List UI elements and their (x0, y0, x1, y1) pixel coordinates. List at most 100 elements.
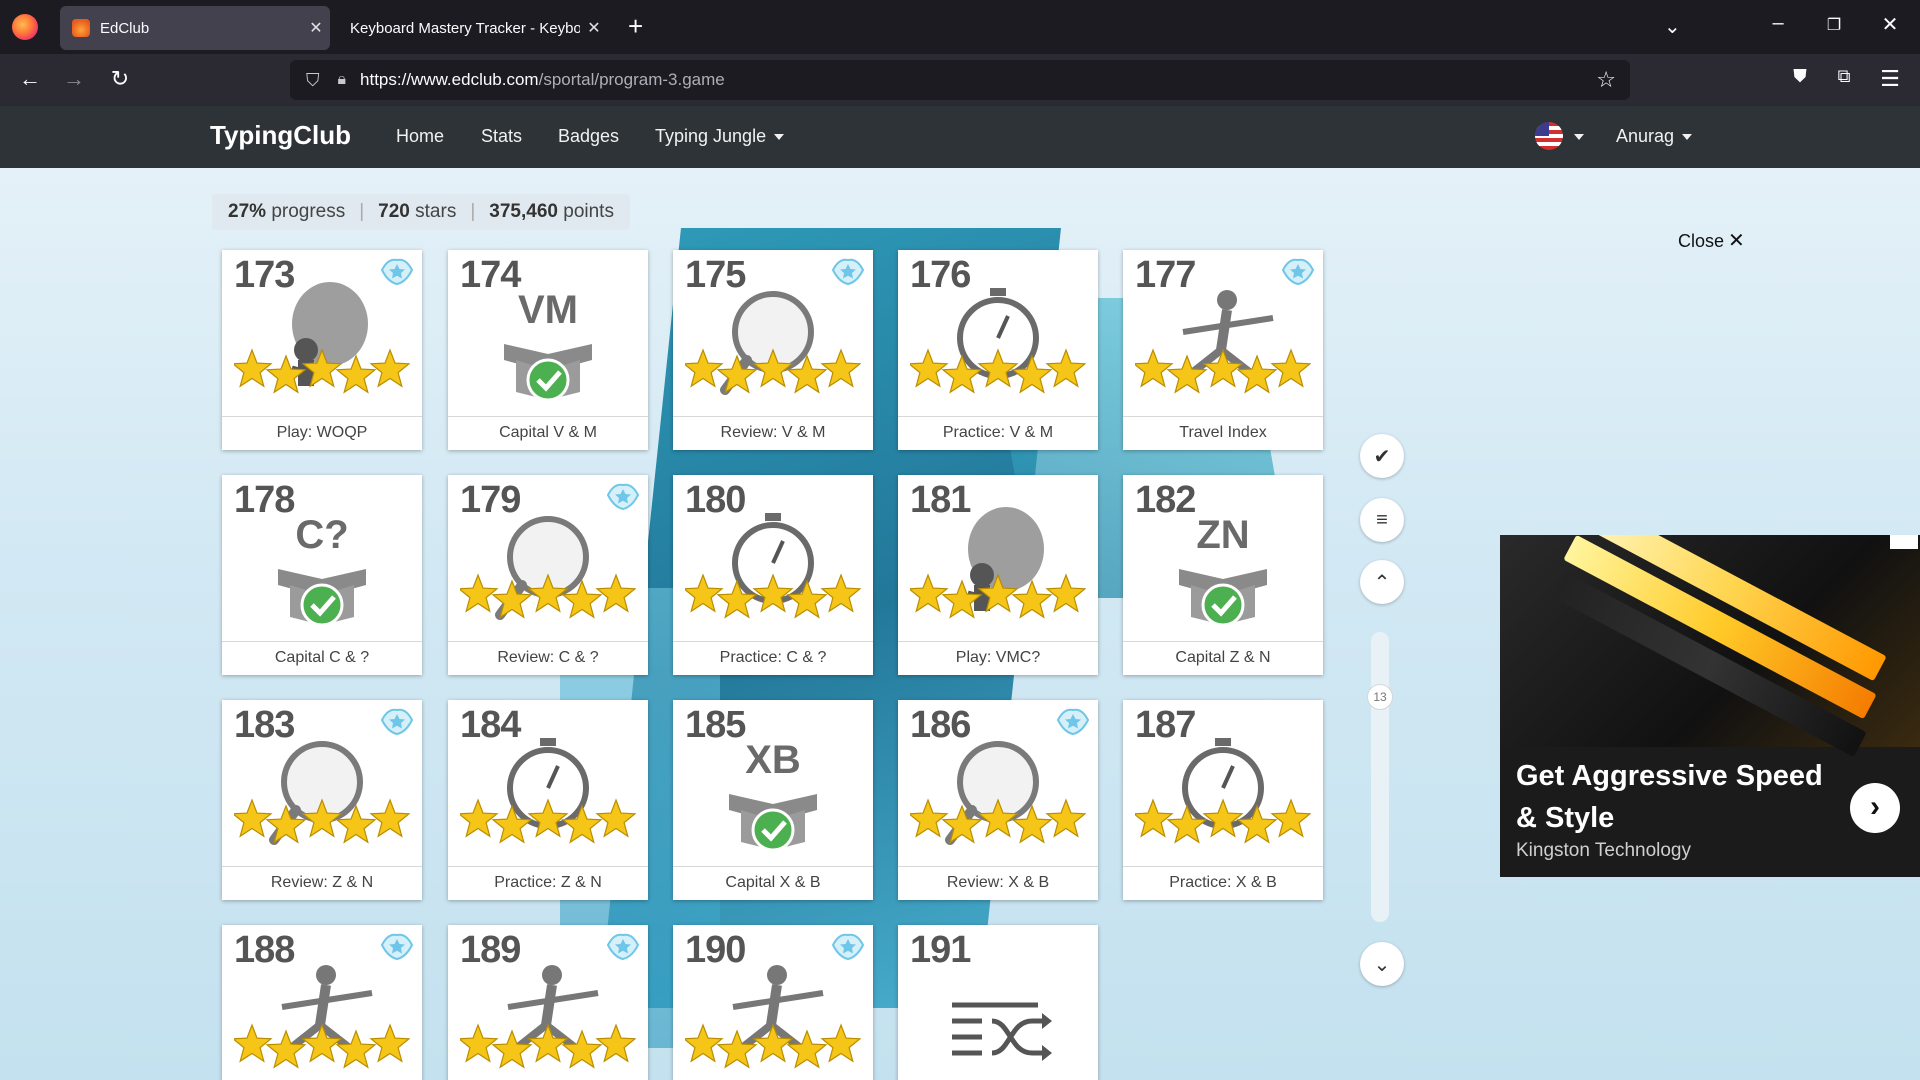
user-name: Anurag (1616, 126, 1675, 146)
lesson-title: Review: X & B (898, 866, 1098, 900)
firefox-menu-icon[interactable] (12, 14, 38, 40)
edclub-favicon-icon (72, 19, 90, 37)
lesson-card-174[interactable]: VM 174 Capital V & M (448, 250, 648, 450)
speed-badge-icon (1056, 708, 1090, 736)
scroll-track[interactable] (1371, 632, 1389, 922)
points-value: 375,460 (489, 201, 558, 222)
app-menu-icon[interactable]: ☰ (1874, 66, 1906, 92)
lesson-title: Review: V & M (673, 416, 873, 450)
lesson-number: 173 (234, 254, 295, 296)
progress-summary: 27% progress | 720 stars | 375,460 point… (212, 194, 630, 230)
ad-arrow-icon[interactable]: › (1850, 783, 1900, 833)
tab-close-icon[interactable]: ✕ (302, 18, 330, 38)
tab-title: EdClub (100, 19, 150, 37)
tab-close-icon[interactable]: ✕ (580, 18, 608, 38)
ad-image (1500, 535, 1920, 758)
menu-button[interactable]: ≡ (1360, 498, 1404, 542)
scroll-thumb[interactable]: 13 (1367, 684, 1393, 710)
speed-badge-icon (380, 933, 414, 961)
lesson-number: 188 (234, 929, 295, 971)
speed-badge-icon (380, 708, 414, 736)
five-stars-icon (910, 348, 1086, 394)
lesson-card-188[interactable]: 188 (222, 925, 422, 1080)
five-stars-icon (460, 798, 636, 844)
ad-headline[interactable]: Get Aggressive Speed & Style (1516, 755, 1826, 839)
lesson-card-185[interactable]: XB 185 Capital X & B (673, 700, 873, 900)
scroll-down-button[interactable]: ⌄ (1360, 942, 1404, 986)
advertisement[interactable]: Get Aggressive Speed & Style Kingston Te… (1500, 535, 1920, 877)
lesson-card-176[interactable]: 176 Practice: V & M (898, 250, 1098, 450)
speed-badge-icon (606, 483, 640, 511)
brand-logo[interactable]: TypingClub (210, 120, 351, 151)
nav-home[interactable]: Home (396, 126, 444, 147)
lesson-card-177[interactable]: 177 Travel Index (1123, 250, 1323, 450)
user-menu[interactable]: Anurag (1616, 126, 1693, 147)
ad-advertiser[interactable]: Kingston Technology (1516, 840, 1691, 862)
lesson-number: 185 (685, 704, 746, 746)
lesson-number: 177 (1135, 254, 1196, 296)
lesson-title: Practice: X & B (1123, 866, 1323, 900)
minimize-icon[interactable]: – (1758, 12, 1798, 35)
lesson-card-173[interactable]: 173 Play: WOQP (222, 250, 422, 450)
us-flag-icon[interactable] (1535, 122, 1563, 150)
pocket-icon[interactable]: ⛊ (1784, 66, 1816, 87)
five-stars-icon (1135, 798, 1311, 844)
chevron-up-icon: ⌃ (1373, 571, 1391, 594)
url-text[interactable]: https://www.edclub.com/sportal/program-3… (360, 70, 725, 90)
lesson-card-190[interactable]: 190 (673, 925, 873, 1080)
speed-badge-icon (1281, 258, 1315, 286)
five-stars-icon (234, 348, 410, 394)
lesson-card-181[interactable]: 181 Play: VMC? (898, 475, 1098, 675)
lock-icon[interactable]: 🔒︎ (338, 71, 347, 89)
progress-label: progress (271, 201, 346, 222)
points-label: points (563, 201, 614, 222)
lesson-card-187[interactable]: 187 Practice: X & B (1123, 700, 1323, 900)
lesson-number: 179 (460, 479, 521, 521)
nav-stats[interactable]: Stats (481, 126, 522, 147)
lesson-card-178[interactable]: C? 178 Capital C & ? (222, 475, 422, 675)
lesson-title: Play: VMC? (898, 641, 1098, 675)
tab-edclub[interactable]: EdClub ✕ (60, 6, 330, 50)
extensions-icon[interactable]: ⧉ (1828, 66, 1860, 87)
forward-icon[interactable]: → (58, 66, 90, 92)
ad-choices-icon[interactable] (1890, 535, 1918, 549)
url-bar[interactable]: ⛉ 🔒︎ https://www.edclub.com/sportal/prog… (290, 60, 1630, 100)
lesson-card-191[interactable]: 191 (898, 925, 1098, 1080)
window-close-icon[interactable]: ✕ (1870, 12, 1910, 37)
new-tab-icon[interactable]: + (628, 12, 643, 40)
chevron-down-icon (1682, 134, 1693, 141)
tab-keyboard-mastery[interactable]: Keyboard Mastery Tracker - Keyboa ✕ (336, 6, 608, 50)
five-stars-icon (685, 348, 861, 394)
five-stars-icon (460, 573, 636, 619)
five-stars-icon (1135, 348, 1311, 394)
language-dropdown[interactable] (1566, 126, 1584, 147)
chevron-down-icon (774, 134, 785, 141)
lesson-card-182[interactable]: ZN 182 Capital Z & N (1123, 475, 1323, 675)
check-circle-icon: ✔ (1373, 445, 1391, 468)
lesson-title: Capital C & ? (222, 641, 422, 675)
close-button[interactable]: Close ✕ (1678, 228, 1745, 253)
bookmark-star-icon[interactable]: ☆ (1596, 67, 1616, 93)
lesson-card-183[interactable]: 183 Review: Z & N (222, 700, 422, 900)
list-all-tabs-icon[interactable]: ⌄ (1664, 14, 1681, 39)
lesson-card-186[interactable]: 186 Review: X & B (898, 700, 1098, 900)
nav-badges[interactable]: Badges (558, 126, 619, 147)
nav-typing-jungle-label: Typing Jungle (655, 126, 767, 146)
lesson-card-189[interactable]: 189 (448, 925, 648, 1080)
tracking-shield-icon[interactable]: ⛉ (306, 70, 320, 91)
lesson-card-180[interactable]: 180 Practice: C & ? (673, 475, 873, 675)
lesson-card-175[interactable]: 175 Review: V & M (673, 250, 873, 450)
speed-badge-icon (380, 258, 414, 286)
scroll-up-button[interactable]: ⌃ (1360, 560, 1404, 604)
lesson-number: 176 (910, 254, 971, 296)
reload-icon[interactable]: ↻ (104, 66, 136, 92)
back-icon[interactable]: ← (14, 66, 46, 92)
lesson-card-179[interactable]: 179 Review: C & ? (448, 475, 648, 675)
lesson-card-184[interactable]: 184 Practice: Z & N (448, 700, 648, 900)
restore-icon[interactable]: ❐ (1814, 15, 1854, 35)
check-progress-button[interactable]: ✔ (1360, 434, 1404, 478)
nav-typing-jungle[interactable]: Typing Jungle (655, 126, 785, 147)
lesson-number: 189 (460, 929, 521, 971)
lesson-number: 187 (1135, 704, 1196, 746)
lesson-title: Practice: V & M (898, 416, 1098, 450)
